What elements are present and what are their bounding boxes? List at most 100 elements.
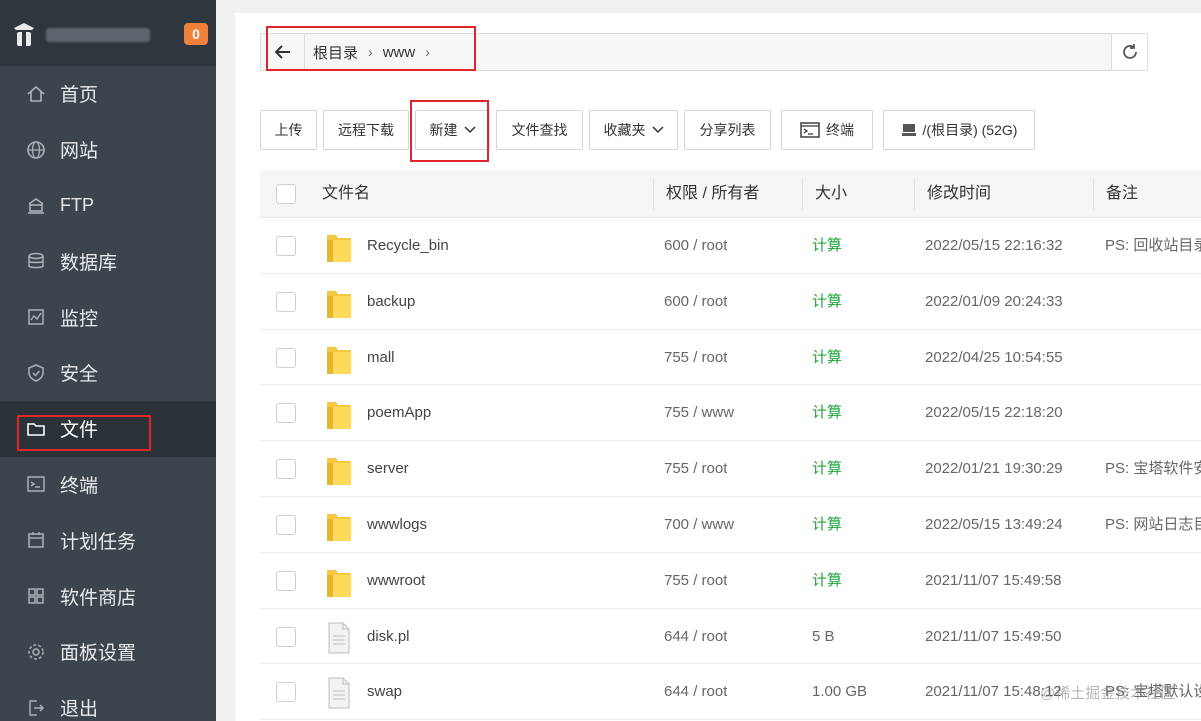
- file-name[interactable]: wwwroot: [367, 553, 425, 609]
- sidebar-item-ftp[interactable]: FTP: [0, 178, 216, 234]
- row-checkbox[interactable]: [276, 570, 296, 591]
- file-note[interactable]: [1105, 330, 1201, 386]
- disk-label: /(根目录) (52G): [922, 122, 1018, 138]
- new-button[interactable]: 新建: [415, 110, 490, 150]
- disk-button[interactable]: /(根目录) (52G): [883, 110, 1035, 150]
- table-row[interactable]: Recycle_bin 600 / root 计算 2022/05/15 22:16:…: [260, 218, 1201, 274]
- file-size[interactable]: 计算: [812, 330, 842, 386]
- terminal-label: 终端: [826, 122, 854, 138]
- table-row[interactable]: disk.pl 644 / root 5 B 2021/11/07 15:49:50: [260, 609, 1201, 665]
- file-mtime: 2022/04/25 10:54:55: [925, 348, 1063, 366]
- sidebar-item-database[interactable]: 数据库: [0, 233, 216, 289]
- row-checkbox[interactable]: [276, 682, 296, 703]
- folder-icon: [327, 290, 351, 318]
- file-manager-panel: 根目录 › www › 上传 远程下载 新建 文件查找 收藏夹 分享列表 终端 …: [235, 13, 1201, 721]
- sidebar-item-website[interactable]: 网站: [0, 122, 216, 178]
- file-permission[interactable]: 644 / root: [664, 609, 727, 665]
- notification-badge[interactable]: 0: [184, 23, 208, 45]
- row-checkbox[interactable]: [276, 291, 296, 312]
- file-name[interactable]: server: [367, 441, 409, 497]
- sidebar-item-monitor[interactable]: 监控: [0, 289, 216, 345]
- file-permission[interactable]: 755 / www: [664, 385, 734, 441]
- table-row[interactable]: backup 600 / root 计算 2022/01/09 20:24:33: [260, 274, 1201, 330]
- column-divider: [653, 178, 654, 210]
- file-permission[interactable]: 700 / www: [664, 497, 734, 553]
- header-name[interactable]: 文件名: [322, 170, 370, 218]
- file-name[interactable]: Recycle_bin: [367, 218, 449, 274]
- refresh-button[interactable]: [1111, 34, 1147, 70]
- table-row[interactable]: wwwlogs 700 / www 计算 2022/05/15 13:49:24 PS:…: [260, 497, 1201, 553]
- select-all-checkbox[interactable]: [276, 184, 296, 204]
- file-size[interactable]: 计算: [812, 218, 842, 274]
- file-note[interactable]: PS: 宝塔软件安: [1105, 441, 1201, 497]
- file-permission[interactable]: 755 / root: [664, 330, 727, 386]
- file-size[interactable]: 计算: [812, 497, 842, 553]
- sidebar-item-logout[interactable]: 退出: [0, 680, 216, 721]
- table-row[interactable]: mall 755 / root 计算 2022/04/25 10:54:55: [260, 330, 1201, 386]
- refresh-icon: [1122, 44, 1137, 59]
- header-size[interactable]: 大小: [815, 170, 847, 218]
- file-permission[interactable]: 600 / root: [664, 274, 727, 330]
- file-note[interactable]: [1105, 385, 1201, 441]
- sidebar-menu: 首页 网站 FTP 数据库 监控 安全 文件 终端 计划任务 软件商店 面板设置…: [0, 66, 216, 721]
- folder-icon: [327, 514, 351, 541]
- row-checkbox[interactable]: [276, 459, 296, 480]
- file-name[interactable]: poemApp: [367, 385, 431, 441]
- sidebar-item-home[interactable]: 首页: [0, 66, 216, 122]
- file-size[interactable]: 计算: [812, 441, 842, 497]
- upload-button[interactable]: 上传: [260, 110, 317, 150]
- file-note[interactable]: PS: 网站日志目: [1105, 497, 1201, 553]
- file-name[interactable]: mall: [367, 330, 395, 386]
- back-button[interactable]: [261, 34, 305, 70]
- row-checkbox[interactable]: [276, 626, 296, 647]
- sidebar-item-label: 面板设置: [60, 643, 137, 665]
- folder-icon: [26, 419, 46, 439]
- home-icon: [26, 84, 46, 104]
- sidebar-header: 0: [0, 0, 216, 66]
- sidebar-item-cron[interactable]: 计划任务: [0, 512, 216, 568]
- path-bar: 根目录 › www ›: [260, 33, 1148, 71]
- header-note[interactable]: 备注: [1106, 170, 1138, 218]
- row-checkbox[interactable]: [276, 347, 296, 368]
- sidebar-item-settings[interactable]: 面板设置: [0, 624, 216, 680]
- header-mtime[interactable]: 修改时间: [927, 170, 991, 218]
- share-list-label: 分享列表: [699, 122, 756, 138]
- row-checkbox[interactable]: [276, 515, 296, 535]
- file-size[interactable]: 计算: [812, 385, 842, 441]
- table-row[interactable]: server 755 / root 计算 2022/01/21 19:30:29 PS:…: [260, 441, 1201, 497]
- sidebar-item-store[interactable]: 软件商店: [0, 568, 216, 624]
- row-checkbox[interactable]: [276, 403, 296, 424]
- breadcrumb-www[interactable]: www: [383, 44, 416, 61]
- file-note[interactable]: [1105, 553, 1201, 609]
- terminal-icon: [800, 122, 820, 138]
- file-size: 1.00 GB: [812, 683, 868, 701]
- favorites-label: 收藏夹: [603, 122, 646, 138]
- file-size[interactable]: 计算: [812, 553, 842, 609]
- file-name[interactable]: swap: [367, 664, 402, 720]
- file-permission[interactable]: 755 / root: [664, 553, 727, 609]
- terminal-button[interactable]: 终端: [781, 110, 873, 150]
- breadcrumb-root[interactable]: 根目录: [313, 42, 358, 63]
- file-note[interactable]: [1105, 274, 1201, 330]
- table-row[interactable]: poemApp 755 / www 计算 2022/05/15 22:18:20: [260, 385, 1201, 442]
- file-permission[interactable]: 755 / root: [664, 441, 727, 497]
- file-permission[interactable]: 600 / root: [664, 218, 727, 274]
- row-checkbox[interactable]: [276, 236, 296, 256]
- file-name[interactable]: wwwlogs: [367, 497, 427, 553]
- remote-download-button[interactable]: 远程下载: [323, 110, 409, 150]
- share-list-button[interactable]: 分享列表: [684, 110, 771, 150]
- file-name[interactable]: disk.pl: [367, 609, 410, 665]
- file-permission[interactable]: 644 / root: [664, 664, 727, 720]
- file-size[interactable]: 计算: [812, 274, 842, 330]
- file-note[interactable]: PS: 回收站目录: [1105, 218, 1201, 274]
- favorites-button[interactable]: 收藏夹: [589, 110, 678, 150]
- file-note[interactable]: [1105, 609, 1201, 665]
- sidebar-item-terminal[interactable]: 终端: [0, 457, 216, 513]
- sidebar-item-security[interactable]: 安全: [0, 345, 216, 401]
- sidebar-item-files[interactable]: 文件: [0, 400, 216, 457]
- header-perm[interactable]: 权限 / 所有者: [666, 170, 759, 218]
- table-row[interactable]: wwwroot 755 / root 计算 2021/11/07 15:49:58: [260, 553, 1201, 609]
- file-name[interactable]: backup: [367, 274, 415, 330]
- database-icon: [26, 251, 46, 271]
- file-search-button[interactable]: 文件查找: [496, 110, 583, 150]
